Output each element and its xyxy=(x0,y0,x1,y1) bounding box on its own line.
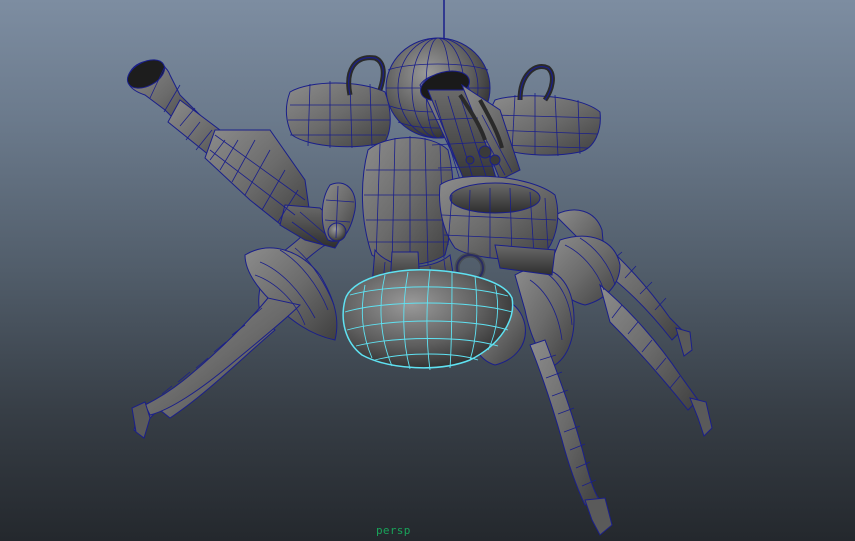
left-cannon[interactable] xyxy=(123,54,346,249)
maya-perspective-viewport[interactable]: persp xyxy=(0,0,855,541)
front-left-leg[interactable] xyxy=(131,247,338,439)
camera-name-label: persp xyxy=(376,524,411,537)
front-center-leg[interactable] xyxy=(514,267,613,536)
left-shoulder-pod[interactable] xyxy=(286,80,391,149)
left-hip-joint[interactable] xyxy=(321,182,356,242)
robot-spider-model[interactable] xyxy=(0,0,855,541)
